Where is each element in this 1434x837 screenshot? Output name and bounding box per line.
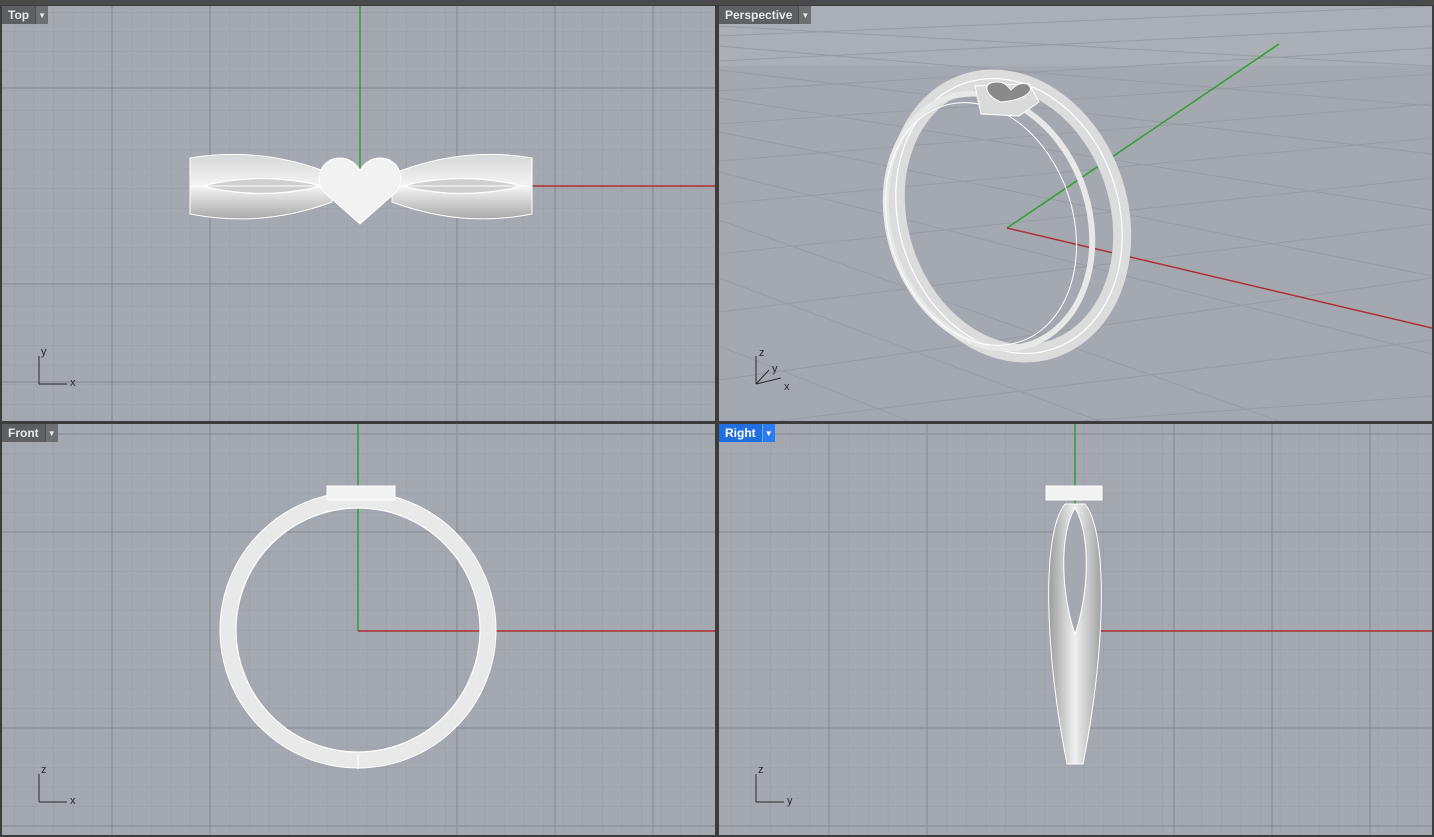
svg-text:z: z [758, 764, 764, 776]
right-scene: z y [719, 424, 1432, 835]
viewport-tab-right[interactable]: Right ▼ [719, 424, 775, 442]
chevron-down-icon[interactable]: ▼ [761, 424, 775, 442]
viewport-front[interactable]: Front ▼ z x [2, 424, 715, 835]
svg-text:x: x [70, 377, 76, 389]
svg-text:z: z [759, 347, 765, 359]
viewport-title-top[interactable]: Top [2, 6, 36, 24]
svg-text:y: y [41, 346, 47, 358]
chevron-down-icon[interactable]: ▼ [798, 6, 812, 24]
viewport-right[interactable]: Right ▼ z y [719, 424, 1432, 835]
viewport-tab-perspective[interactable]: Perspective ▼ [719, 6, 812, 24]
svg-text:x: x [784, 381, 790, 393]
top-scene: y x [2, 6, 715, 421]
svg-text:z: z [41, 764, 47, 776]
front-scene: z x [2, 424, 715, 835]
perspective-scene: z y x [719, 6, 1432, 421]
viewport-tab-top[interactable]: Top ▼ [2, 6, 49, 24]
window-top-bar [0, 0, 1434, 5]
viewport-top[interactable]: Top ▼ y x [2, 6, 715, 421]
viewport-perspective[interactable]: Perspective ▼ z y x [719, 6, 1432, 421]
chevron-down-icon[interactable]: ▼ [35, 6, 49, 24]
viewport-title-right[interactable]: Right [719, 424, 762, 442]
chevron-down-icon[interactable]: ▼ [44, 424, 58, 442]
viewport-title-perspective[interactable]: Perspective [719, 6, 799, 24]
svg-text:x: x [70, 795, 76, 807]
svg-text:y: y [787, 795, 793, 807]
viewport-tab-front[interactable]: Front ▼ [2, 424, 58, 442]
viewport-title-front[interactable]: Front [2, 424, 45, 442]
svg-text:y: y [772, 363, 778, 375]
